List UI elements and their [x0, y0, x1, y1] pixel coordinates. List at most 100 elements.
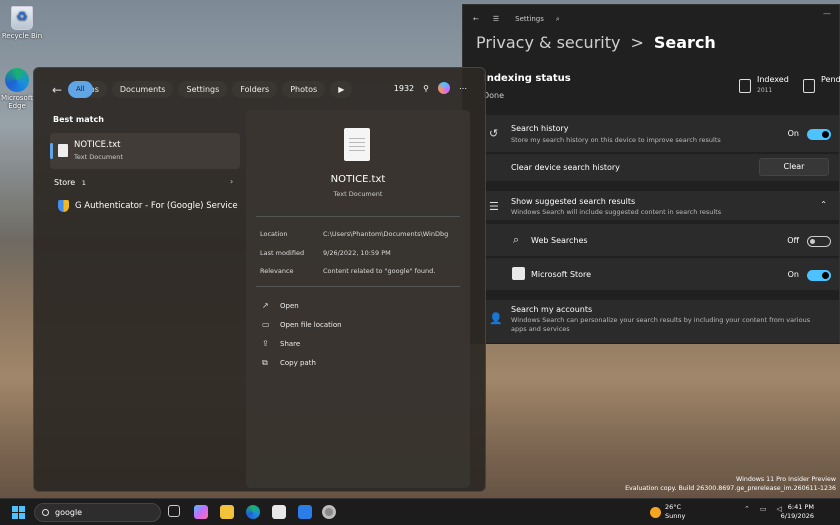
- action-copy-path[interactable]: ⧉ Copy path: [262, 358, 316, 368]
- clock-time: 6:41 PM: [787, 503, 814, 511]
- more-options-icon[interactable]: ⋯: [459, 84, 467, 93]
- edge-label: Microsoft Edge: [1, 94, 33, 110]
- mail-icon[interactable]: [298, 505, 312, 519]
- search-history-sub: Store my search history on this device t…: [511, 136, 721, 144]
- store-count: 1: [81, 179, 86, 187]
- filter-all[interactable]: All: [68, 81, 93, 98]
- store-section-header[interactable]: Store 1: [54, 178, 86, 187]
- divider: [256, 216, 460, 217]
- web-searches-label: Web Searches: [531, 236, 588, 245]
- hamburger-menu-icon[interactable]: ☰: [493, 15, 499, 23]
- best-match-label: Best match: [53, 115, 104, 124]
- divider: [256, 286, 460, 287]
- recycle-bin-shortcut[interactable]: ♻ Recycle Bin: [0, 6, 44, 40]
- copy-icon: ⧉: [262, 358, 268, 367]
- accounts-sub: Windows Search can personalize your sear…: [511, 316, 811, 333]
- weather-temp: 26°C: [665, 503, 682, 511]
- search-history-title: Search history: [511, 124, 569, 133]
- preview-name: NOTICE.txt: [330, 174, 386, 185]
- back-arrow-icon[interactable]: ←: [52, 83, 62, 97]
- clear-button[interactable]: Clear: [759, 158, 829, 176]
- store-label: Store: [54, 178, 76, 187]
- person-icon: 👤: [489, 312, 503, 325]
- play-more-icon[interactable]: ▶: [330, 81, 353, 98]
- settings-window: ← ☰ Settings ⌕ — Privacy & security > Se…: [462, 4, 840, 344]
- suggested-results-card: ☰ Show suggested search results Windows …: [483, 191, 839, 221]
- accounts-title: Search my accounts: [511, 305, 593, 314]
- ms-store-row: Microsoft Store On: [483, 258, 839, 291]
- list-icon: ☰: [489, 200, 499, 213]
- indexed-label: Indexed: [757, 75, 789, 84]
- system-tray: ⌃ ▭ ◁: [744, 505, 782, 513]
- filter-settings[interactable]: Settings: [178, 81, 228, 98]
- preview-type: Text Document: [333, 190, 383, 198]
- best-match-item[interactable]: NOTICE.txt Text Document: [50, 133, 240, 169]
- pending-stat: Pending: [803, 75, 840, 93]
- search-header-right: 1932 ⚲ ⋯: [394, 82, 467, 94]
- filter-documents[interactable]: Documents: [111, 81, 174, 98]
- relevance-value: Content related to "google" found.: [323, 267, 436, 275]
- modified-key: Last modified: [260, 249, 305, 257]
- taskbar: google 26°C Sunny ⌃ ▭ ◁ 6:41 PM 6/19/202…: [0, 498, 840, 525]
- weather-widget[interactable]: 26°C Sunny: [650, 503, 685, 521]
- history-icon: ↺: [489, 127, 499, 140]
- indexed-stat: Indexed 2011: [739, 75, 789, 94]
- search-accounts-card: 👤 Search my accounts Windows Search can …: [483, 300, 839, 344]
- search-history-card: ↺ Search history Store my search history…: [483, 115, 839, 153]
- clock[interactable]: 6:41 PM 6/19/2026: [781, 503, 814, 521]
- breadcrumb-privacy[interactable]: Privacy & security: [476, 33, 620, 52]
- breadcrumb: Privacy & security > Search: [476, 33, 716, 52]
- action-share[interactable]: ⇪ Share: [262, 339, 300, 348]
- search-icon[interactable]: ⌕: [556, 15, 560, 24]
- pending-label: Pending: [821, 75, 840, 84]
- taskbar-search-input[interactable]: google: [34, 503, 161, 522]
- avatar[interactable]: [438, 82, 450, 94]
- network-icon[interactable]: ▭: [760, 505, 767, 513]
- indexed-value: 2011: [757, 87, 773, 94]
- edge-shortcut[interactable]: Microsoft Edge: [0, 68, 34, 110]
- points-count: 1932: [393, 83, 415, 93]
- action-open-location[interactable]: ▭ Open file location: [262, 320, 342, 329]
- web-searches-toggle[interactable]: [807, 236, 831, 247]
- clock-date: 6/19/2026: [780, 512, 814, 520]
- chevron-right-icon[interactable]: ›: [230, 177, 233, 186]
- relevance-key: Relevance: [260, 267, 294, 275]
- action-open[interactable]: ↗ Open: [262, 301, 299, 310]
- settings-gear-icon[interactable]: [322, 505, 336, 519]
- open-icon: ↗: [262, 301, 269, 310]
- chevron-up-icon[interactable]: ⌃: [820, 200, 827, 209]
- rewards-icon[interactable]: ⚲: [423, 84, 429, 93]
- filter-folders[interactable]: Folders: [232, 81, 278, 98]
- copilot-icon[interactable]: [194, 505, 208, 519]
- store-result-item[interactable]: G Authenticator - For (Google) Service: [58, 200, 238, 212]
- minimize-icon[interactable]: —: [823, 9, 831, 18]
- search-history-toggle[interactable]: [807, 129, 831, 140]
- watermark-line2: Evaluation copy. Build 26300.8697.ge_pre…: [625, 485, 836, 492]
- ms-store-state: On: [787, 270, 799, 279]
- web-searches-row: ⌕ Web Searches Off: [483, 224, 839, 257]
- edge-taskbar-icon[interactable]: [246, 505, 260, 519]
- indexed-doc-icon: [739, 79, 751, 93]
- chevron-up-icon[interactable]: ⌃: [744, 505, 750, 513]
- file-explorer-icon[interactable]: [220, 505, 234, 519]
- action-copy-path-label: Copy path: [280, 359, 316, 367]
- store-taskbar-icon[interactable]: [272, 505, 286, 519]
- suggested-sub: Windows Search will include suggested co…: [511, 208, 722, 216]
- back-arrow-icon[interactable]: ←: [473, 15, 479, 23]
- breadcrumb-separator: >: [630, 33, 644, 52]
- page-title: Search: [653, 33, 716, 52]
- start-button[interactable]: [12, 506, 25, 519]
- pending-doc-icon: [803, 79, 815, 93]
- clear-history-title: Clear device search history: [511, 163, 620, 172]
- share-icon: ⇪: [262, 339, 269, 348]
- edge-icon: [5, 68, 29, 92]
- ms-store-toggle[interactable]: [807, 270, 831, 281]
- filter-photos[interactable]: Photos: [282, 81, 326, 98]
- task-view-icon[interactable]: [168, 505, 180, 517]
- action-open-label: Open: [280, 301, 299, 310]
- recycle-bin-icon: ♻: [11, 6, 33, 30]
- sun-icon: [650, 507, 661, 518]
- settings-app-title: Settings: [515, 15, 544, 23]
- store-icon: [512, 267, 525, 280]
- settings-titlebar: ← ☰ Settings ⌕: [463, 5, 839, 33]
